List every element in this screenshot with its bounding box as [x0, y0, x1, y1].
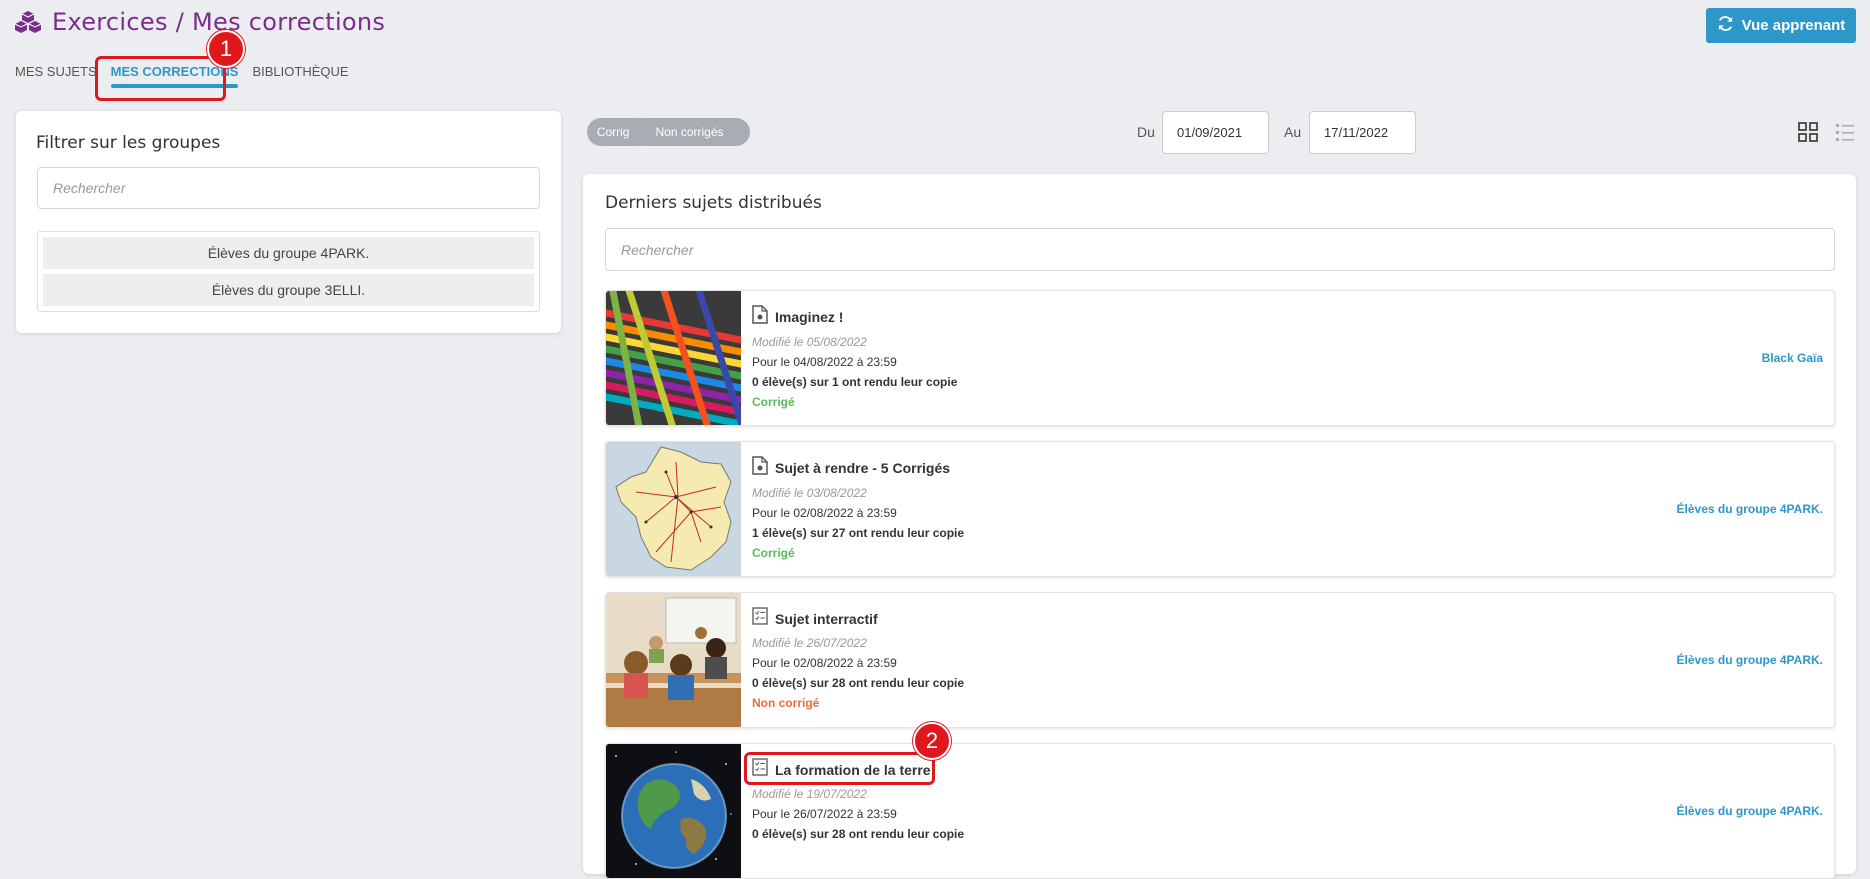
subjects-title: Derniers sujets distribués — [605, 193, 822, 213]
subject-modified-date: Modifié le 26/07/2022 — [752, 636, 867, 650]
page-header: Exercices / Mes corrections — [14, 8, 385, 36]
vue-apprenant-label: Vue apprenant — [1741, 17, 1846, 34]
group-list: Élèves du groupe 4PARK. Élèves du groupe… — [37, 231, 540, 312]
subject-modified-date: Modifié le 03/08/2022 — [752, 486, 867, 500]
subject-info: Sujet à rendre - 5 Corrigés Modifié le 0… — [752, 456, 964, 560]
list-view-icon[interactable] — [1835, 122, 1855, 147]
subject-due-date: Pour le 26/07/2022 à 23:59 — [752, 807, 897, 821]
status-badge: Corrigé — [752, 395, 795, 409]
subject-due-date: Pour le 02/08/2022 à 23:59 — [752, 506, 897, 520]
group-search-input[interactable]: Rechercher — [37, 167, 540, 209]
subject-card[interactable]: Imaginez ! Modifié le 05/08/2022 Pour le… — [605, 290, 1835, 426]
annotation-badge-2: 2 — [913, 722, 951, 760]
subject-due-date: Pour le 04/08/2022 à 23:59 — [752, 355, 897, 369]
document-icon — [752, 456, 768, 480]
filter-non-corriges-pill[interactable]: Non corrigés — [629, 118, 750, 146]
status-badge: Non corrigé — [752, 696, 820, 710]
group-filter-panel: Filtrer sur les groupes Rechercher Élève… — [16, 111, 561, 333]
group-item-3elli[interactable]: Élèves du groupe 3ELLI. — [43, 274, 534, 306]
subject-assignee-link[interactable]: Black Gaïa — [1762, 351, 1823, 365]
group-item-4park[interactable]: Élèves du groupe 4PARK. — [43, 237, 534, 269]
subject-card[interactable]: Sujet à rendre - 5 Corrigés Modifié le 0… — [605, 441, 1835, 577]
date-to-label: Au — [1284, 124, 1302, 140]
refresh-icon — [1717, 15, 1734, 36]
group-filter-title: Filtrer sur les groupes — [36, 133, 221, 153]
tab-mes-sujets[interactable]: MES SUJETS — [15, 64, 97, 79]
pencils-thumbnail — [606, 291, 741, 425]
annotation-highlight-1 — [95, 56, 226, 101]
date-to-input[interactable]: 17/11/2022 — [1309, 111, 1416, 154]
checklist-icon — [752, 607, 768, 630]
document-icon — [752, 305, 768, 329]
subject-submission-count: 0 élève(s) sur 28 ont rendu leur copie — [752, 827, 965, 841]
subject-submission-count: 0 élève(s) sur 1 ont rendu leur copie — [752, 375, 958, 389]
subject-submission-count: 1 élève(s) sur 27 ont rendu leur copie — [752, 526, 965, 540]
earth-thumbnail — [606, 744, 741, 878]
date-from-input[interactable]: 01/09/2021 — [1162, 111, 1269, 154]
annotation-badge-1: 1 — [207, 30, 245, 68]
subjects-search-input[interactable]: Rechercher — [605, 228, 1835, 271]
subject-info: Sujet interractif Modifié le 26/07/2022 … — [752, 607, 964, 710]
date-from-label: Du — [1137, 124, 1155, 140]
status-badge: Corrigé — [752, 546, 795, 560]
subject-modified-date: Modifié le 05/08/2022 — [752, 335, 867, 349]
subject-title[interactable]: Imaginez ! — [775, 309, 843, 325]
subject-assignee-link[interactable]: Élèves du groupe 4PARK. — [1677, 502, 1823, 516]
subject-title[interactable]: Sujet à rendre - 5 Corrigés — [775, 460, 950, 476]
france-map-thumbnail — [606, 442, 741, 576]
subject-info: Imaginez ! Modifié le 05/08/2022 Pour le… — [752, 305, 957, 409]
annotation-highlight-2 — [744, 752, 935, 785]
subject-title[interactable]: Sujet interractif — [775, 611, 878, 627]
subject-submission-count: 0 élève(s) sur 28 ont rendu leur copie — [752, 676, 965, 690]
tab-bibliotheque[interactable]: BIBLIOTHÈQUE — [252, 64, 348, 79]
vue-apprenant-button[interactable]: Vue apprenant — [1706, 8, 1856, 43]
subject-assignee-link[interactable]: Élèves du groupe 4PARK. — [1677, 653, 1823, 667]
classroom-thumbnail — [606, 593, 741, 727]
grid-view-icon[interactable] — [1798, 122, 1818, 147]
subject-modified-date: Modifié le 19/07/2022 — [752, 787, 867, 801]
subject-due-date: Pour le 02/08/2022 à 23:59 — [752, 656, 897, 670]
subject-card[interactable]: Sujet interractif Modifié le 26/07/2022 … — [605, 592, 1835, 728]
cubes-icon — [14, 10, 42, 34]
subject-assignee-link[interactable]: Élèves du groupe 4PARK. — [1677, 804, 1823, 818]
